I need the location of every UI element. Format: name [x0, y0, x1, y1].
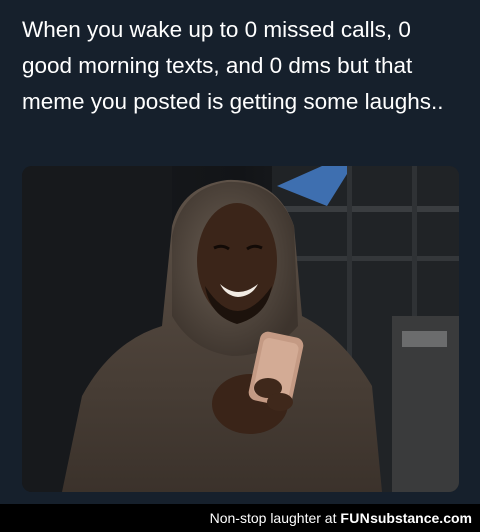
- footer-bar: Non-stop laughter at FUNsubstance.com: [0, 504, 480, 532]
- brand-logo-fun[interactable]: FUN: [340, 510, 370, 526]
- footer-caption: Non-stop laughter at FUNsubstance.com: [210, 510, 472, 526]
- footer-text: Non-stop laughter at: [209, 510, 341, 526]
- meme-photo: [22, 166, 459, 492]
- brand-logo-substance[interactable]: substance.com: [370, 510, 472, 526]
- post-caption: When you wake up to 0 missed calls, 0 go…: [22, 17, 444, 114]
